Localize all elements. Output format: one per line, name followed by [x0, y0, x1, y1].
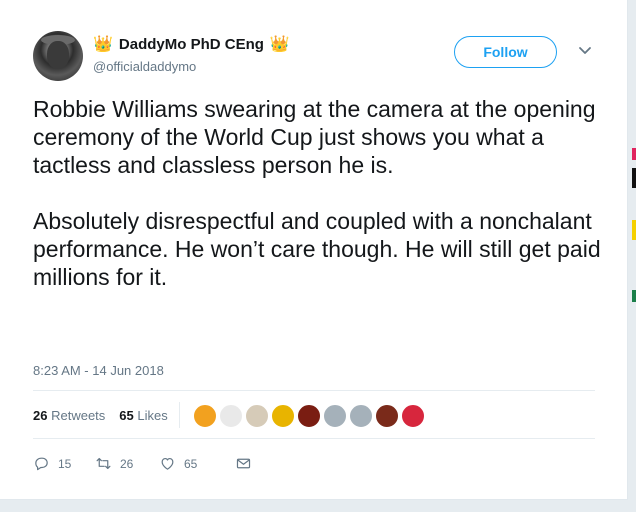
crown-icon: 👑	[93, 35, 113, 53]
likes-label: Likes	[137, 408, 168, 423]
edge-fragment	[632, 148, 636, 160]
reply-count: 15	[58, 456, 72, 471]
stats-separator	[179, 402, 180, 428]
author-avatar[interactable]	[33, 31, 83, 81]
tweet-timestamp[interactable]: 8:23 AM - 14 Jun 2018	[33, 363, 164, 378]
text-avatar[interactable]	[219, 404, 243, 428]
edge-fragment	[632, 220, 636, 240]
edge-fragment	[632, 290, 636, 302]
tweet-text: Robbie Williams swearing at the camera a…	[33, 96, 601, 290]
photo-avatar[interactable]	[297, 404, 321, 428]
avatar-face	[47, 41, 69, 69]
direct-message-button[interactable]	[235, 455, 252, 472]
script-avatar[interactable]	[245, 404, 269, 428]
reply-button[interactable]: 15	[33, 455, 95, 472]
tweet-card: 👑 DaddyMo PhD CEng 👑 @officialdaddymo Fo…	[0, 0, 628, 500]
heart-icon	[161, 457, 174, 470]
retweets-count: 26	[33, 408, 48, 423]
edge-fragment	[632, 168, 636, 188]
author-display-name[interactable]: DaddyMo PhD CEng	[119, 36, 264, 53]
likes-count: 65	[119, 408, 134, 423]
reply-icon	[35, 457, 48, 471]
default-avatar[interactable]	[323, 404, 347, 428]
follow-button[interactable]: Follow	[454, 36, 557, 68]
like-count: 65	[184, 456, 198, 471]
emoji-avatar[interactable]	[271, 404, 295, 428]
badge-avatar[interactable]	[401, 404, 425, 428]
retweets-stat[interactable]: 26 Retweets	[33, 408, 105, 423]
like-button[interactable]: 65	[159, 455, 235, 472]
divider	[33, 438, 595, 439]
crown-icon: 👑	[269, 35, 290, 53]
retweet-button[interactable]: 26	[95, 455, 159, 472]
default-avatar[interactable]	[349, 404, 373, 428]
tweet-stats: 26 Retweets 65 Likes	[33, 408, 168, 423]
envelope-icon	[236, 458, 251, 469]
infinity-avatar[interactable]	[193, 404, 217, 428]
author-name-row[interactable]: 👑 DaddyMo PhD CEng 👑	[93, 36, 290, 53]
chevron-down-icon[interactable]	[578, 46, 592, 56]
tweet-actions: 15 26 65	[33, 455, 252, 472]
liker-avatars	[193, 404, 425, 428]
retweet-icon	[96, 457, 111, 470]
divider	[33, 390, 595, 391]
photo-avatar[interactable]	[375, 404, 399, 428]
retweets-label: Retweets	[51, 408, 106, 423]
author-handle[interactable]: @officialdaddymo	[93, 59, 196, 74]
retweet-count: 26	[120, 456, 134, 471]
background-edge	[628, 0, 636, 512]
likes-stat[interactable]: 65 Likes	[119, 408, 167, 423]
